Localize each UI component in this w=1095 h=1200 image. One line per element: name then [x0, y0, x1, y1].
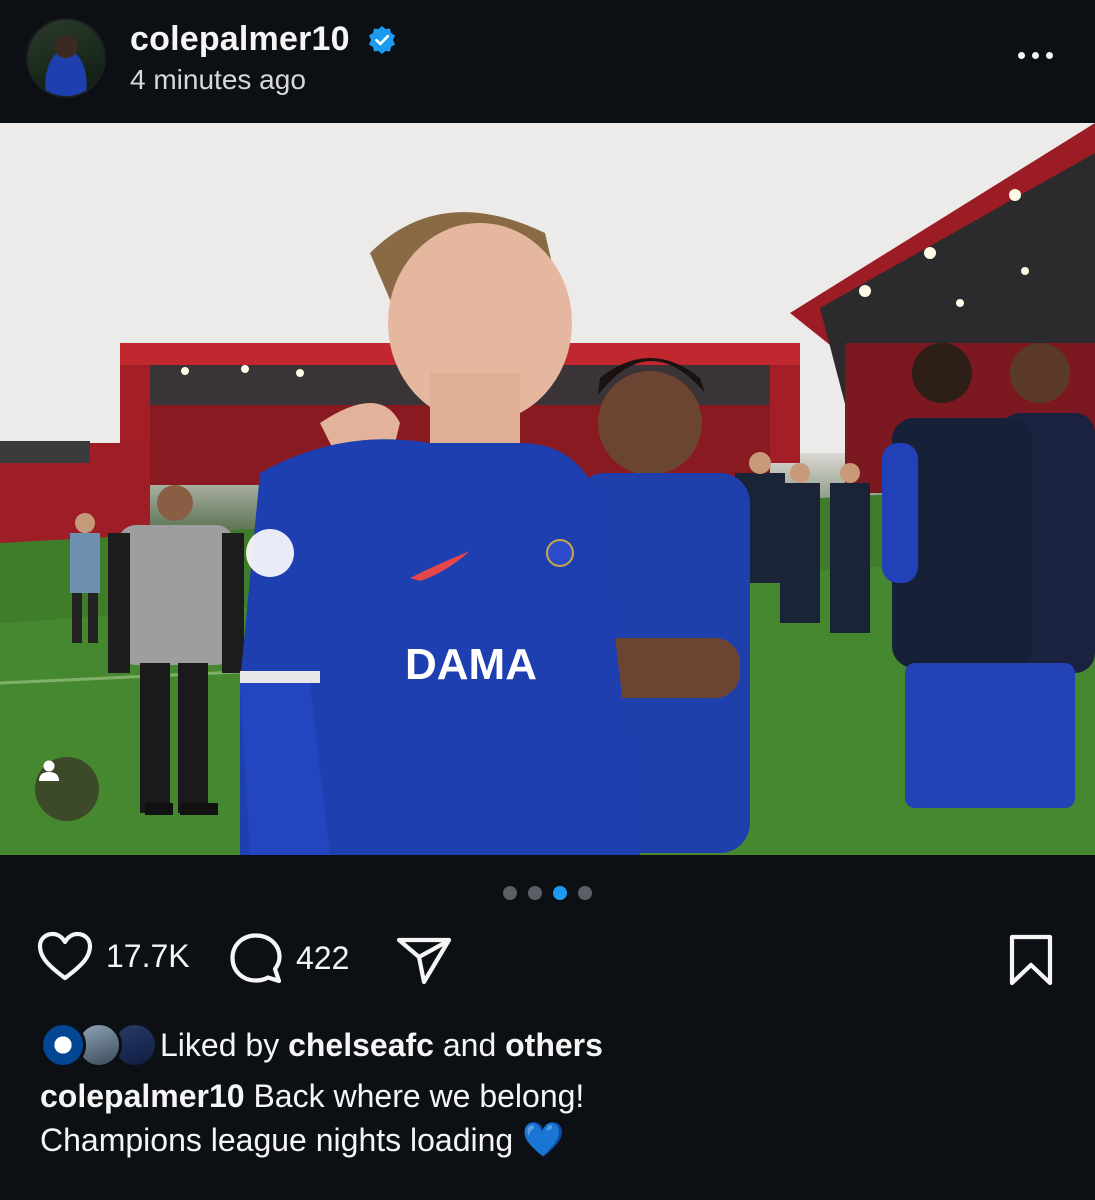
post-timestamp: 4 minutes ago [130, 64, 306, 95]
post-username[interactable]: colepalmer10 [130, 20, 350, 59]
liked-by-user-link[interactable]: chelseafc [288, 1027, 434, 1063]
carousel-indicator [503, 886, 592, 900]
liked-by-joiner: and [442, 1026, 497, 1063]
chelseafc-avatar[interactable] [40, 1022, 86, 1068]
share-button[interactable] [396, 936, 452, 986]
carousel-dot[interactable] [528, 886, 542, 900]
post-header: colepalmer10 4 minutes ago [0, 0, 1095, 123]
post-photo-illustration: DAMA [0, 123, 1095, 855]
heart-icon [37, 931, 93, 981]
save-button[interactable] [1008, 934, 1054, 986]
carousel-dot[interactable] [503, 886, 517, 900]
bookmark-icon [1009, 934, 1053, 986]
send-icon [396, 937, 452, 985]
person-icon [39, 760, 59, 781]
post-actions: 17.7K 422 [0, 930, 1095, 990]
caption-line1: Back where we belong! [253, 1078, 585, 1114]
blue-heart-emoji: 💙 [522, 1121, 565, 1159]
comment-button[interactable]: 422 [228, 930, 349, 986]
post-caption: colepalmer10 Back where we belong! Champ… [40, 1074, 1040, 1162]
carousel-dot-active[interactable] [553, 886, 567, 900]
liked-by-text: Liked by chelseafc and others [160, 1027, 603, 1064]
more-options-icon[interactable] [1018, 45, 1062, 65]
post-photo[interactable]: DAMA [0, 123, 1095, 855]
like-button[interactable]: 17.7K [36, 930, 190, 982]
verified-badge-icon [369, 26, 395, 54]
liked-by-prefix: Liked by [160, 1026, 280, 1063]
comment-icon [230, 933, 282, 984]
profile-avatar[interactable] [26, 18, 106, 98]
like-count[interactable]: 17.7K [106, 938, 190, 975]
liked-by-others-link[interactable]: others [505, 1027, 603, 1063]
liker-avatars[interactable] [40, 1022, 158, 1068]
comment-count[interactable]: 422 [296, 940, 349, 977]
svg-text:DAMA: DAMA [405, 640, 537, 689]
caption-line2: Champions league nights loading [40, 1122, 514, 1158]
carousel-dot[interactable] [578, 886, 592, 900]
liked-by-row[interactable]: Liked by chelseafc and others [40, 1020, 603, 1070]
user-tag-icon[interactable] [35, 757, 99, 821]
caption-username[interactable]: colepalmer10 [40, 1078, 245, 1114]
